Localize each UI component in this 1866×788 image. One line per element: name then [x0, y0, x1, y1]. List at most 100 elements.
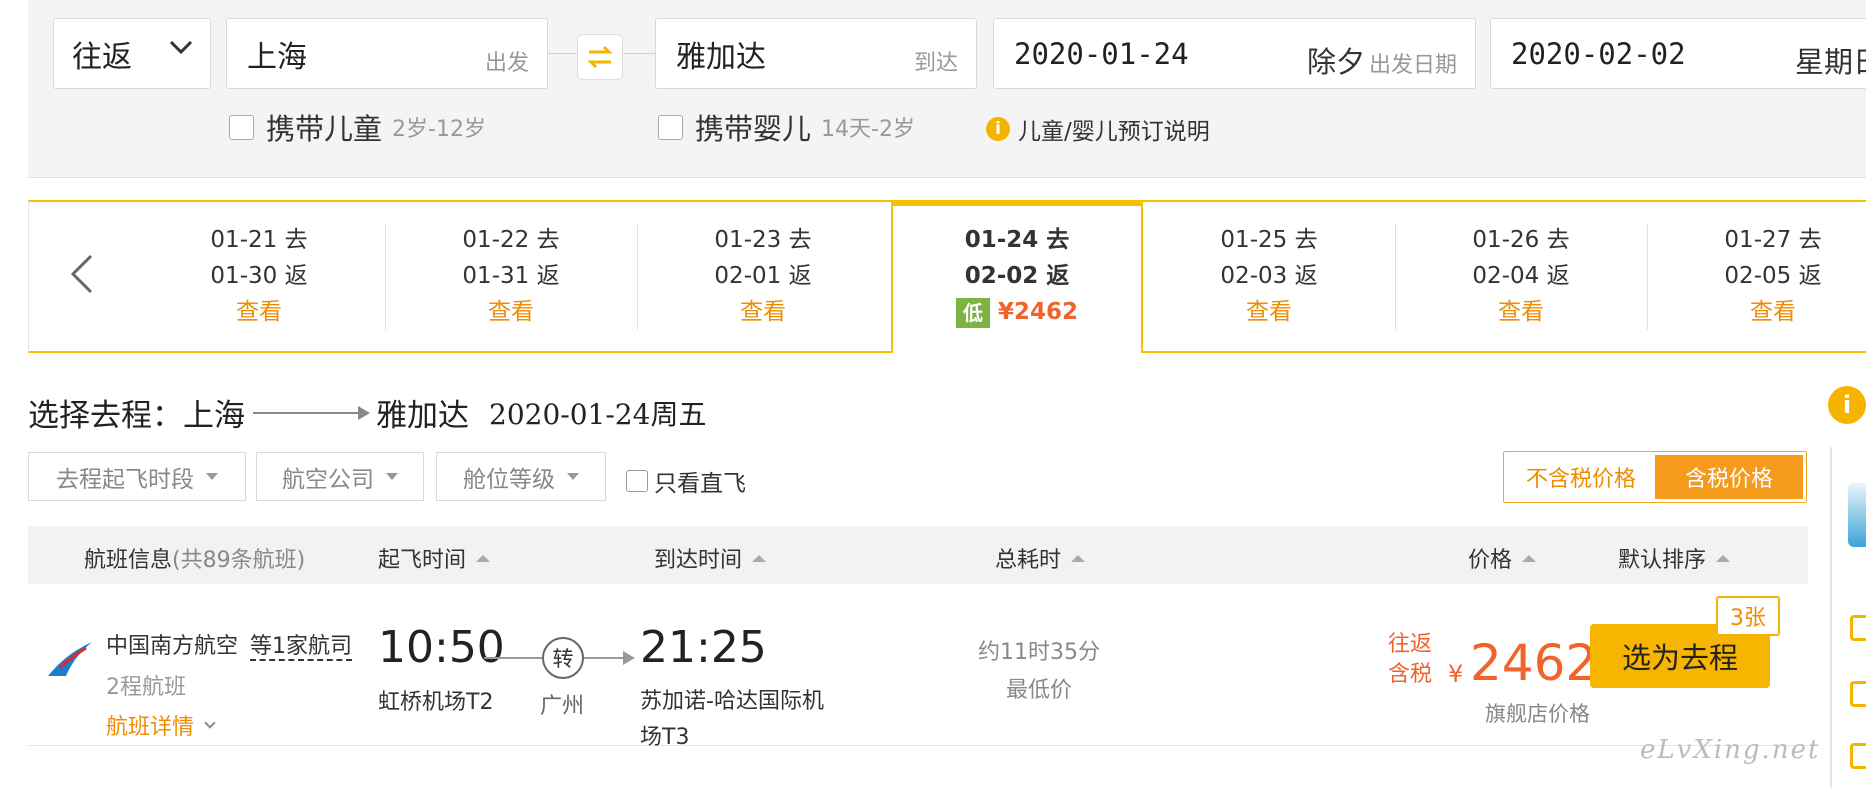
tax-included-option[interactable]: 含税价格 — [1655, 455, 1803, 499]
flight-table-header: 航班信息 (共89条航班) 起飞时间 到达时间 总耗时 价格 默认排序 — [28, 526, 1808, 584]
chevron-down-icon — [204, 717, 216, 729]
sort-up-icon — [1071, 554, 1086, 562]
caret-down-icon — [567, 473, 579, 480]
sort-arrive-time[interactable]: 到达时间 — [654, 542, 767, 574]
chevron-left-icon[interactable] — [67, 252, 97, 296]
info-icon[interactable]: i — [1828, 386, 1866, 424]
to-city-input[interactable]: 雅加达 到达 — [655, 18, 977, 89]
date-back: 02-02 返 — [964, 263, 1070, 289]
duration-value: 约11时35分 — [978, 640, 1100, 665]
depart-date-sub: 除夕 出发日期 — [1307, 39, 1457, 81]
arrow-right-icon — [623, 651, 635, 665]
low-badge: 低 — [955, 297, 990, 328]
direct-only-label: 只看直飞 — [654, 471, 746, 497]
sort-default-label: 默认排序 — [1618, 548, 1707, 573]
date-cell[interactable]: 01-22 去 01-31 返 查看 — [385, 222, 637, 332]
date-look-link[interactable]: 查看 — [385, 294, 637, 330]
airline-name-line: 中国南方航空 等1家航司 — [106, 628, 353, 661]
booking-note-link[interactable]: i 儿童/婴儿预订说明 — [986, 112, 1210, 146]
date-cell[interactable]: 01-21 去 01-30 返 查看 — [133, 222, 385, 332]
booking-note-text: 儿童/婴儿预订说明 — [1018, 119, 1210, 145]
airline-name: 中国南方航空 — [106, 634, 239, 659]
date-look-link[interactable]: 查看 — [637, 294, 889, 330]
date-look-link[interactable]: 查看 — [1143, 294, 1395, 330]
sort-up-icon — [476, 554, 491, 562]
flight-row: 中国南方航空 等1家航司 2程航班 航班详情 10:50 虹桥机场T2 转 广州 … — [28, 584, 1808, 750]
return-date-input[interactable]: 2020-02-02 星期日返 — [1490, 18, 1866, 89]
route-date: 2020-01-24周五 — [489, 397, 707, 431]
sort-up-icon — [1716, 554, 1731, 562]
low-price-value: ¥2462 — [997, 299, 1079, 325]
sort-arrive-label: 到达时间 — [654, 548, 743, 573]
trip-type-label: 往返 — [72, 39, 132, 75]
price-label-tax: 含税 — [1388, 662, 1433, 687]
date-go: 01-22 去 — [462, 227, 560, 253]
side-bracket-icon — [1850, 743, 1866, 769]
date-cell-active[interactable]: 01-24 去 02-02 返 低 ¥2462 — [891, 200, 1143, 353]
cabin-filter-label: 舱位等级 — [463, 466, 555, 493]
flight-legs: 2程航班 — [106, 675, 186, 700]
airline-filter[interactable]: 航空公司 — [256, 452, 424, 501]
direct-only-checkbox[interactable] — [626, 470, 648, 492]
caret-down-icon — [386, 473, 398, 480]
sort-default[interactable]: 默认排序 — [1618, 542, 1731, 574]
from-city-input[interactable]: 上海 出发 — [226, 18, 548, 89]
date-cell[interactable]: 01-25 去 02-03 返 查看 — [1143, 222, 1395, 332]
child-option[interactable]: 携带儿童 2岁-12岁 — [229, 106, 486, 148]
price-value: 2462 — [1470, 634, 1598, 692]
airline-logo-icon — [48, 642, 92, 676]
swap-cities-button[interactable] — [577, 34, 623, 80]
tax-price-toggle[interactable]: 不含税价格 含税价格 — [1503, 451, 1807, 503]
date-look-link[interactable]: 查看 — [1395, 294, 1647, 330]
depart-time-filter[interactable]: 去程起飞时段 — [28, 452, 246, 501]
tax-excluded-option[interactable]: 不含税价格 — [1507, 455, 1655, 499]
tickets-left-badge: 3张 — [1716, 596, 1780, 636]
infant-option[interactable]: 携带婴儿 14天-2岁 — [658, 106, 915, 148]
date-cell[interactable]: 01-26 去 02-04 返 查看 — [1395, 222, 1647, 332]
direct-only-option[interactable]: 只看直飞 — [626, 464, 746, 498]
date-look-link[interactable]: 查看 — [1647, 294, 1866, 330]
date-look-link[interactable]: 查看 — [133, 294, 385, 330]
sort-duration[interactable]: 总耗时 — [995, 542, 1086, 574]
connection-line — [484, 657, 542, 659]
depart-day: 除夕 — [1306, 45, 1365, 79]
duration-note: 最低价 — [1005, 678, 1072, 703]
depart-date-input[interactable]: 2020-01-24 除夕 出发日期 — [993, 18, 1476, 89]
date-strip: 01-21 去 01-30 返 查看 01-22 去 01-31 返 查看 01… — [28, 200, 1866, 353]
date-go: 01-23 去 — [714, 227, 812, 253]
arrive-time: 21:25 — [640, 622, 767, 673]
header-flight-info-label: 航班信息 — [84, 548, 173, 573]
from-city-value: 上海 — [247, 39, 307, 75]
infant-age: 14天-2岁 — [821, 117, 915, 142]
flight-detail-label: 航班详情 — [106, 715, 195, 740]
date-back: 01-30 返 — [210, 263, 308, 289]
depart-airport: 虹桥机场T2 — [378, 690, 494, 715]
more-airlines-link[interactable]: 等1家航司 — [250, 634, 353, 661]
depart-date-value: 2020-01-24 — [1014, 36, 1189, 71]
sort-depart-label: 起飞时间 — [378, 548, 467, 573]
sort-up-icon — [1522, 554, 1537, 562]
transfer-city: 广州 — [540, 694, 585, 719]
date-cell[interactable]: 01-23 去 02-01 返 查看 — [637, 222, 889, 332]
infant-checkbox[interactable] — [658, 114, 683, 140]
price-note: 旗舰店价格 — [1485, 702, 1590, 726]
transfer-badge: 转 — [542, 637, 584, 679]
sort-price[interactable]: 价格 — [1468, 542, 1537, 574]
child-checkbox[interactable] — [229, 114, 254, 140]
date-go: 01-21 去 — [210, 227, 308, 253]
sort-duration-label: 总耗时 — [995, 548, 1062, 573]
child-label: 携带儿童 — [266, 112, 383, 146]
route-title: 选择去程： 上海 雅加达 2020-01-24周五 — [28, 390, 706, 435]
date-cell[interactable]: 01-27 去 02-05 返 查看 — [1647, 222, 1866, 332]
route-to: 雅加达 — [376, 398, 469, 434]
date-go: 01-27 去 — [1724, 227, 1822, 253]
to-city-hint: 到达 — [913, 51, 958, 76]
trip-type-select[interactable]: 往返 — [53, 18, 211, 89]
from-city-hint: 出发 — [484, 51, 529, 76]
side-bracket-icon — [1850, 681, 1866, 707]
sort-depart-time[interactable]: 起飞时间 — [378, 542, 491, 574]
connection-line — [584, 657, 626, 659]
flight-detail-link[interactable]: 航班详情 — [106, 709, 216, 741]
swap-icon — [587, 45, 613, 69]
cabin-filter[interactable]: 舱位等级 — [436, 452, 606, 501]
